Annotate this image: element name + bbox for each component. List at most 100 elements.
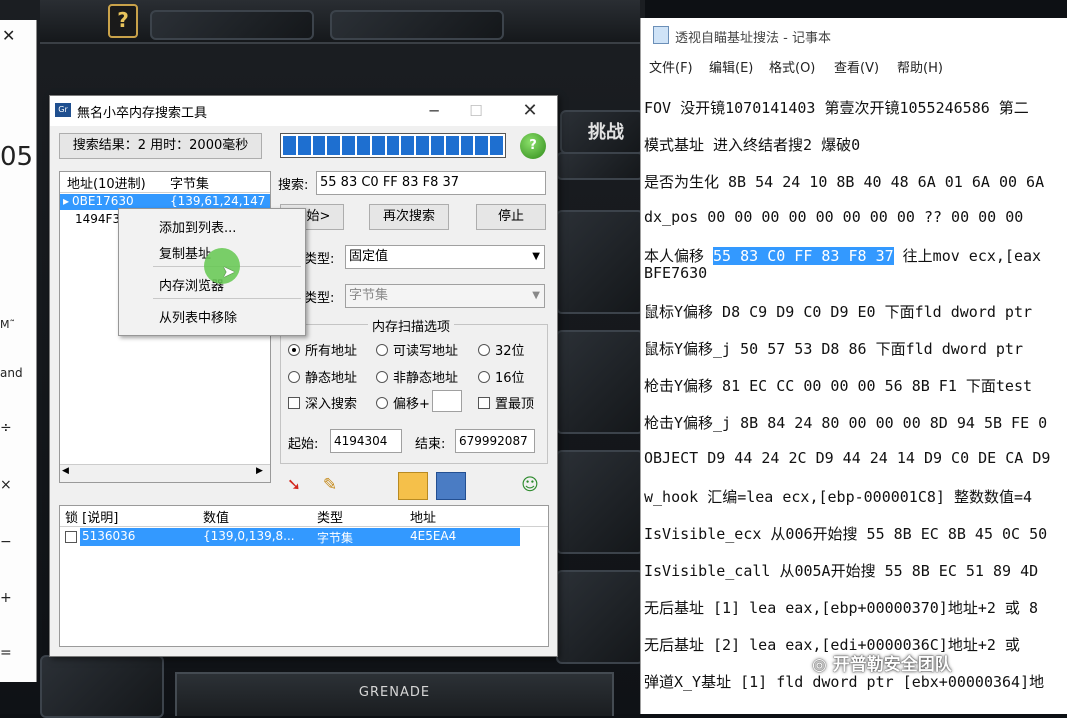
open-folder-icon[interactable] — [398, 472, 428, 500]
search-progress-bar — [280, 133, 506, 158]
text-line: IsVisible_ecx 从006开始搜 55 8B EC 8B 45 0C … — [644, 525, 1048, 543]
chevron-down-icon: ▼ — [532, 290, 540, 301]
opt-readwrite[interactable]: 可读写地址 — [376, 340, 458, 359]
col-lock-desc[interactable]: 锁 [说明] — [65, 507, 118, 526]
offset-input[interactable] — [432, 390, 462, 412]
wechat-icon: ◎ — [812, 655, 833, 675]
text-line: FOV 没开镜1070141403 第壹次开镜1055246586 第二 — [644, 99, 1029, 117]
col-address[interactable]: 地址 — [410, 507, 436, 526]
text-line: 枪击Y偏移_j 8B 84 24 80 00 00 00 8D 94 5B FE… — [644, 414, 1048, 432]
window-title: 無名小卒内存搜索工具 — [77, 106, 208, 121]
start-address-label: 起始: — [288, 437, 319, 452]
text-line: w_hook 汇编=lea ecx,[ebp-000001C8] 整数数值=4 — [644, 488, 1033, 506]
end-address-input[interactable]: 679992087 — [455, 429, 535, 453]
game-slot — [330, 10, 504, 40]
table-row[interactable]: 5136036 {139,0,139,8... 字节集 4E5EA4 — [60, 528, 520, 546]
end-address-label: 结束: — [415, 437, 446, 452]
menu-view[interactable]: 查看(V) — [834, 57, 879, 76]
text-line: IsVisible_call 从005A开始搜 55 8B EC 51 89 4… — [644, 562, 1039, 580]
watermark: ◎ 开普勒安全团队 — [812, 655, 952, 675]
lock-checkbox[interactable] — [65, 531, 77, 543]
value-type-select[interactable]: 固定值 ▼ — [345, 245, 545, 269]
text-line: 是否为生化 8B 54 24 10 8B 40 48 6A 01 6A 00 6… — [644, 173, 1045, 191]
text-line: 本人偏移 55 83 C0 FF 83 F8 37 往上mov ecx,[eax — [644, 247, 1042, 265]
locked-address-list[interactable]: 锁 [说明] 数值 类型 地址 5136036 {139,0,139,8... … — [59, 505, 549, 647]
menu-format[interactable]: 格式(O) — [769, 57, 815, 76]
title-bar: Gr 無名小卒内存搜索工具 ─ ☐ ✕ — [50, 96, 557, 126]
calculator-window: ✕ 05 M˜ and ÷ × − + = — [0, 20, 37, 682]
opt-nonstatic[interactable]: 非静态地址 — [376, 367, 458, 386]
game-tab — [556, 152, 644, 180]
game-weapon-slot — [556, 330, 644, 434]
and-label: and — [0, 366, 23, 380]
calculator-display: 05 — [0, 142, 34, 172]
opt-offset[interactable]: 偏移+ — [376, 393, 430, 412]
text-line: 鼠标Y偏移 D8 C9 D9 C0 D9 E0 下面fld dword ptr — [644, 303, 1033, 321]
text-line: 模式基址 进入终结者搜2 爆破0 — [644, 136, 861, 154]
data-type-select[interactable]: 字节集 ▼ — [345, 284, 545, 308]
locked-header: 锁 [说明] 数值 类型 地址 — [60, 506, 548, 527]
notepad-text-area[interactable]: FOV 没开镜1070141403 第壹次开镜1055246586 第二 模式基… — [641, 80, 1067, 714]
notepad-icon — [653, 26, 669, 44]
menu-item-copy-base[interactable]: 复制基址 — [159, 243, 211, 262]
game-weapon-slot — [556, 570, 644, 664]
text-line: 枪击Y偏移 81 EC CC 00 00 00 56 8B F1 下面test — [644, 377, 1033, 395]
notepad-title: 透视自瞄基址搜法 - 记事本 — [675, 31, 831, 46]
plus-button[interactable]: + — [0, 590, 12, 606]
search-input[interactable]: 55 83 C0 FF 83 F8 37 — [316, 171, 546, 195]
opt-topmost[interactable]: 置最顶 — [478, 393, 534, 412]
minimize-button[interactable]: ─ — [414, 98, 454, 124]
menu-item-add-to-list[interactable]: 添加到列表... — [159, 217, 236, 236]
opt-16bit[interactable]: 16位 — [478, 367, 525, 386]
col-address[interactable]: 地址(10进制) — [67, 173, 146, 192]
close-button[interactable]: ✕ — [510, 98, 550, 124]
menu-file[interactable]: 文件(F) — [649, 57, 693, 76]
game-weapon-slot — [556, 210, 644, 314]
notepad-window: 透视自瞄基址搜法 - 记事本 文件(F) 编辑(E) 格式(O) 查看(V) 帮… — [640, 18, 1067, 714]
save-disk-icon[interactable] — [436, 472, 466, 500]
help-icon[interactable]: ? — [520, 133, 546, 159]
text-line: dx_pos 00 00 00 00 00 00 00 00 ?? 00 00 … — [644, 208, 1024, 226]
text-line: 无后基址 [1] lea eax,[ebp+00000370]地址+2 或 8 — [644, 599, 1038, 617]
opt-static[interactable]: 静态地址 — [288, 367, 357, 386]
text-line: 鼠标Y偏移_j 50 57 53 D8 86 下面fld dword ptr — [644, 340, 1023, 358]
clear-brush-icon[interactable]: ✎ — [316, 472, 344, 498]
add-arrow-icon[interactable]: ➘ — [280, 472, 308, 498]
results-header: 地址(10进制) 字节集 — [60, 172, 270, 193]
divide-button[interactable]: ÷ — [0, 420, 12, 436]
horizontal-scrollbar[interactable]: ◀ ▶ — [60, 464, 270, 482]
search-status: 搜索结果：2 用时：2000毫秒 — [59, 133, 262, 159]
menu-item-remove[interactable]: 从列表中移除 — [159, 307, 237, 326]
col-type[interactable]: 类型 — [317, 507, 343, 526]
multiply-button[interactable]: × — [0, 477, 12, 493]
minus-button[interactable]: − — [0, 534, 12, 550]
chevron-down-icon: ▼ — [532, 251, 540, 262]
maximize-button[interactable]: ☐ — [456, 98, 496, 124]
scan-options-title: 内存扫描选项 — [368, 316, 455, 335]
mouse-cursor-icon: ➤ — [222, 262, 236, 281]
menu-edit[interactable]: 编辑(E) — [709, 57, 753, 76]
game-grenade-slot: GRENADE — [175, 672, 614, 716]
menu-help[interactable]: 帮助(H) — [897, 57, 943, 76]
equals-button[interactable]: = — [0, 645, 12, 661]
app-icon: Gr — [55, 103, 71, 117]
game-help-button[interactable]: ? — [108, 4, 138, 38]
text-line: BFE7630 — [644, 264, 708, 282]
memory-search-window: Gr 無名小卒内存搜索工具 ─ ☐ ✕ 搜索结果：2 用时：2000毫秒 ? 地… — [49, 95, 558, 657]
game-weapon-slot — [556, 450, 644, 554]
col-bytes[interactable]: 字节集 — [170, 173, 209, 192]
research-button[interactable]: 再次搜索 — [369, 204, 449, 230]
opt-all-addresses[interactable]: 所有地址 — [288, 340, 357, 359]
add-user-icon[interactable]: ☺ — [516, 472, 544, 498]
type2-label: 类型: — [304, 291, 335, 306]
selected-text: 55 83 C0 FF 83 F8 37 — [713, 247, 894, 265]
stop-button[interactable]: 停止 — [476, 204, 546, 230]
opt-deep-search[interactable]: 深入搜索 — [288, 393, 357, 412]
close-icon[interactable]: ✕ — [2, 26, 15, 45]
notepad-menubar: 文件(F) 编辑(E) 格式(O) 查看(V) 帮助(H) — [641, 54, 1067, 80]
col-value[interactable]: 数值 — [203, 507, 229, 526]
game-slot — [150, 10, 314, 40]
start-address-input[interactable]: 4194304 — [330, 429, 402, 453]
search-label: 搜索: — [278, 178, 309, 193]
opt-32bit[interactable]: 32位 — [478, 340, 525, 359]
